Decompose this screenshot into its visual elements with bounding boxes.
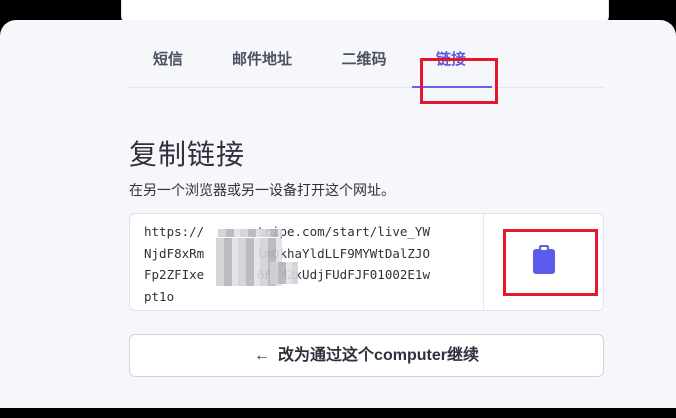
page-title: 复制链接	[129, 139, 246, 170]
clipboard-icon	[533, 245, 555, 274]
screen: 短信 邮件地址 二维码 链接 复制链接 在另一个浏览器或另一设备打开这个网址。 …	[0, 0, 676, 418]
share-method-tabs: 短信 邮件地址 二维码 链接	[128, 46, 604, 88]
url-text[interactable]: https:// tripe.com/start/live_YW NjdF8xR…	[144, 221, 474, 307]
link-box: https:// tripe.com/start/live_YW NjdF8xR…	[129, 213, 604, 311]
redacted-url-segment	[270, 262, 298, 284]
active-tab-indicator	[412, 86, 492, 88]
url-line: pt1o	[144, 288, 175, 304]
tab-sms[interactable]: 短信	[151, 46, 185, 87]
copy-link-button[interactable]	[484, 214, 603, 310]
url-line: https:// tripe.com/start/live_YW	[144, 224, 430, 239]
continue-on-this-computer-button[interactable]: ← 改为通过这个computer继续	[129, 334, 604, 377]
redacted-url-segment	[218, 229, 282, 237]
tab-email[interactable]: 邮件地址	[229, 46, 295, 87]
arrow-left-icon: ←	[254, 347, 271, 364]
tab-link[interactable]: 链接	[434, 46, 468, 87]
url-line: NjdF8xRm lmQkhaYldLLF9MYWtDalZJO	[144, 245, 430, 261]
tab-qr-code[interactable]: 二维码	[339, 46, 389, 87]
instruction-text: 在另一个浏览器或另一设备打开这个网址。	[129, 182, 395, 198]
continue-button-label: 改为通过这个computer继续	[278, 347, 479, 364]
